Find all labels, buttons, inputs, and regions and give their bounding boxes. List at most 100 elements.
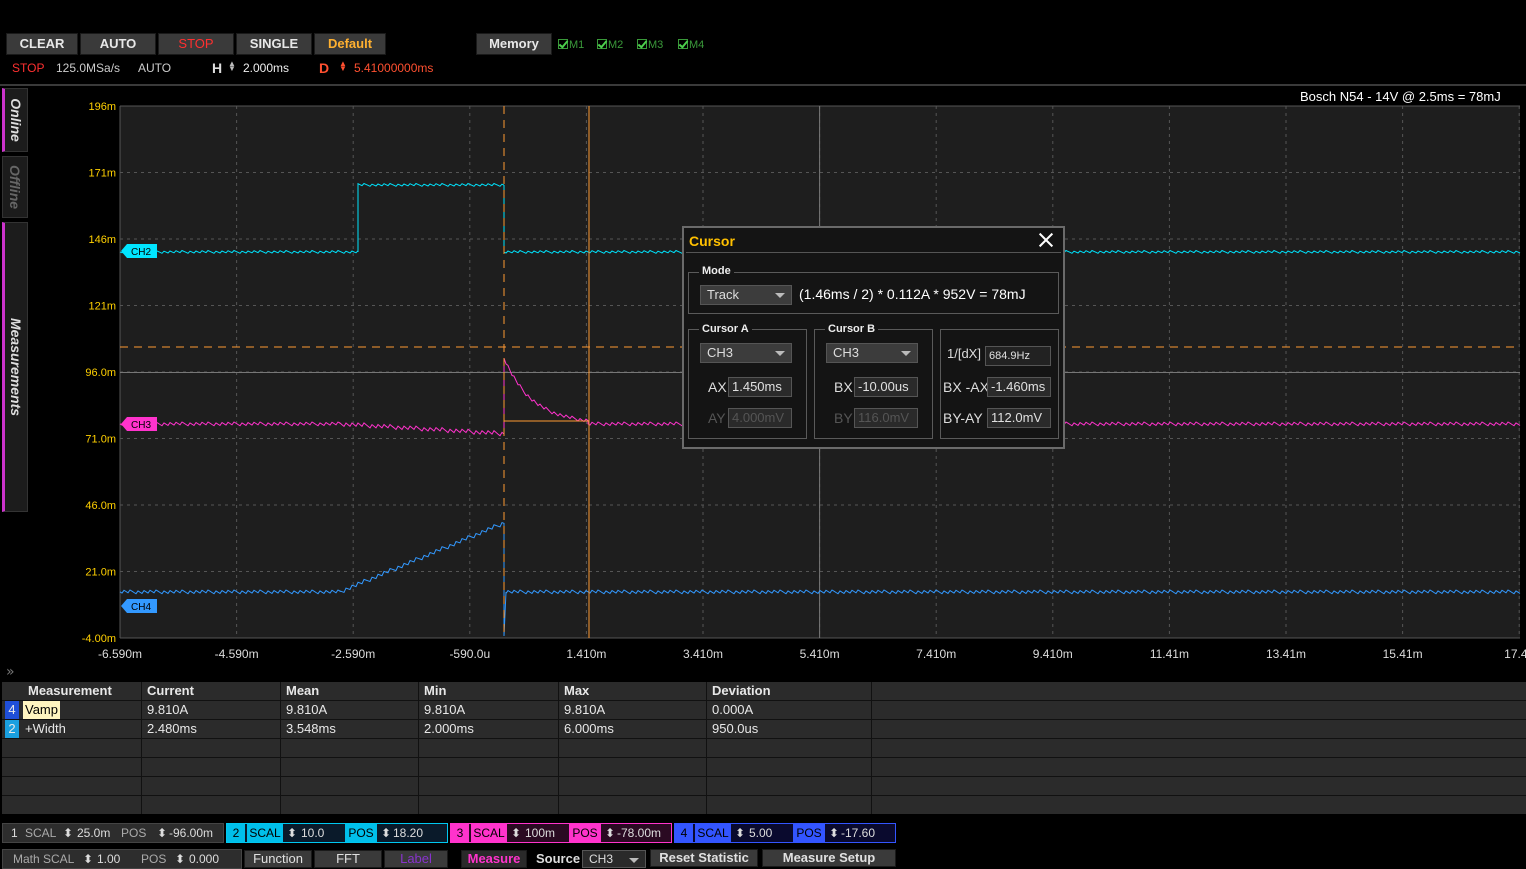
table-cell[interactable]: +Width bbox=[25, 720, 66, 738]
close-icon[interactable] bbox=[1037, 231, 1055, 249]
pos-value[interactable]: 0.000 bbox=[189, 850, 219, 868]
source-select[interactable]: CH3 bbox=[582, 850, 646, 868]
spinner-icon[interactable]: ⬍ bbox=[381, 824, 391, 842]
y-tick-label: 121m bbox=[88, 301, 116, 313]
auto-button[interactable]: AUTO bbox=[80, 33, 156, 55]
pos-label: POS bbox=[793, 824, 825, 842]
measure-setup-button[interactable]: Measure Setup bbox=[762, 849, 896, 867]
channel-3-bar[interactable]: 3 SCAL ⬍ 100m POS ⬍ -78.00m bbox=[450, 823, 672, 843]
math-scale-value[interactable]: 1.00 bbox=[97, 850, 120, 868]
measurement-table[interactable]: Measurement Current Mean Min Max Deviati… bbox=[2, 682, 1526, 814]
memory-slot-m1[interactable]: M1 bbox=[558, 39, 584, 51]
horizontal-spinner[interactable]: ▲ ▼ bbox=[228, 58, 236, 72]
pos-value[interactable]: -17.60 bbox=[841, 824, 875, 842]
cursor-a-label: Cursor A bbox=[699, 323, 752, 335]
by-ay-label: BY-AY bbox=[943, 410, 983, 426]
y-axis-ticks: 196m 171m 146m 121m 96.0m 71.0m 46.0m 21.0m -4.0… bbox=[82, 101, 116, 645]
x-tick-label: -4.590m bbox=[215, 647, 259, 661]
scale-value[interactable]: 10.0 bbox=[301, 824, 324, 842]
memory-slot-m2[interactable]: M2 bbox=[597, 39, 623, 51]
ax-label: AX bbox=[708, 379, 727, 395]
measure-button[interactable]: Measure bbox=[461, 850, 527, 868]
pos-label: POS bbox=[141, 852, 167, 866]
scale-label: SCAL bbox=[247, 824, 283, 842]
spinner-icon[interactable]: ⬍ bbox=[735, 824, 745, 842]
pos-value[interactable]: 18.20 bbox=[393, 824, 423, 842]
inverse-dx-label: 1/[dX] bbox=[947, 346, 981, 361]
scale-value[interactable]: 25.0m bbox=[77, 824, 110, 842]
channel-number: 1 bbox=[11, 826, 18, 840]
x-tick-label: 15.41m bbox=[1383, 647, 1423, 661]
x-tick-label: -6.590m bbox=[98, 647, 142, 661]
horizontal-label: H bbox=[212, 60, 223, 76]
y-tick-label: -4.00m bbox=[82, 633, 116, 645]
trigger-mode: AUTO bbox=[138, 61, 172, 75]
divider bbox=[686, 252, 1061, 253]
memory-slot-m3[interactable]: M3 bbox=[637, 39, 663, 51]
bx-field[interactable]: -10.00us bbox=[854, 377, 918, 397]
scale-value[interactable]: 5.00 bbox=[749, 824, 772, 842]
spinner-icon[interactable]: ⬍ bbox=[829, 824, 839, 842]
channel-4-bar[interactable]: 4 SCAL ⬍ 5.00 POS ⬍ -17.60 bbox=[674, 823, 896, 843]
table-cell[interactable]: Vamp bbox=[23, 701, 60, 719]
memory-button[interactable]: Memory bbox=[476, 33, 552, 55]
math-scale-label: Math SCAL bbox=[13, 852, 75, 866]
pos-value[interactable]: -96.00m bbox=[169, 824, 213, 842]
channel-1-bar[interactable]: 1 SCAL ⬍ 25.0m POS ⬍ -96.00m bbox=[2, 823, 224, 843]
spinner-icon[interactable]: ⬍ bbox=[287, 824, 297, 842]
ay-label: AY bbox=[708, 410, 726, 426]
ax-field[interactable]: 1.450ms bbox=[728, 377, 792, 397]
inverse-dx-field: 684.9Hz bbox=[985, 346, 1051, 366]
ay-field[interactable]: 4.000mV bbox=[728, 408, 792, 428]
stop-button[interactable]: STOP bbox=[158, 33, 234, 55]
bx-ax-field: -1.460ms bbox=[987, 377, 1051, 397]
checkbox-icon bbox=[558, 39, 568, 49]
single-button[interactable]: SINGLE bbox=[236, 33, 312, 55]
cursor-b-label: Cursor B bbox=[825, 323, 879, 335]
reset-statistic-button[interactable]: Reset Statistic bbox=[650, 849, 758, 867]
table-cell: 950.0us bbox=[712, 721, 759, 736]
pos-value[interactable]: -78.00m bbox=[617, 824, 661, 842]
x-tick-label: 17.41 bbox=[1504, 647, 1526, 661]
by-label: BY bbox=[834, 410, 853, 426]
scale-value[interactable]: 100m bbox=[525, 824, 555, 842]
function-button[interactable]: Function bbox=[244, 850, 312, 868]
expand-icon[interactable]: » bbox=[6, 664, 15, 680]
spinner-icon[interactable]: ⬍ bbox=[511, 824, 521, 842]
sample-rate: 125.0MSa/s bbox=[56, 61, 121, 75]
default-button[interactable]: Default bbox=[314, 33, 386, 55]
table-cell: 9.810A bbox=[564, 702, 606, 717]
cursor-b-source-select[interactable]: CH3 bbox=[826, 343, 918, 363]
channel-number: 2 bbox=[227, 824, 245, 842]
spinner-icon[interactable]: ⬍ bbox=[83, 850, 93, 868]
col-divider bbox=[706, 682, 707, 814]
horizontal-value[interactable]: 2.000ms bbox=[243, 61, 289, 75]
cursor-dialog[interactable]: Cursor Mode Track (1.46ms / 2) * 0.112A … bbox=[682, 226, 1065, 449]
spinner-icon[interactable]: ⬍ bbox=[63, 824, 73, 842]
mode-select[interactable]: Track bbox=[700, 285, 792, 305]
source-label: Source bbox=[536, 851, 581, 866]
channel-2-bar[interactable]: 2 SCAL ⬍ 10.0 POS ⬍ 18.20 bbox=[226, 823, 448, 843]
cursor-b-group: Cursor B CH3 BX -10.00us BY 116.0mV bbox=[814, 323, 933, 439]
clear-button[interactable]: CLEAR bbox=[6, 33, 78, 55]
col-header: Current bbox=[147, 683, 194, 698]
delay-value[interactable]: 5.41000000ms bbox=[354, 61, 433, 75]
cursor-a-source-select[interactable]: CH3 bbox=[700, 343, 792, 363]
memory-slot-m4[interactable]: M4 bbox=[678, 39, 704, 51]
spinner-icon[interactable]: ⬍ bbox=[157, 824, 167, 842]
col-header: Min bbox=[424, 683, 447, 698]
scale-label: SCAL bbox=[25, 826, 57, 840]
label-button[interactable]: Label bbox=[384, 850, 448, 868]
spinner-icon[interactable]: ⬍ bbox=[175, 850, 185, 868]
delay-spinner[interactable]: ▲ ▼ bbox=[339, 58, 347, 72]
table-cell: 6.000ms bbox=[564, 721, 614, 736]
by-field[interactable]: 116.0mV bbox=[854, 408, 918, 428]
fft-button[interactable]: FFT bbox=[314, 850, 382, 868]
spinner-icon[interactable]: ⬍ bbox=[605, 824, 615, 842]
table-cell: 3.548ms bbox=[286, 721, 336, 736]
col-divider bbox=[141, 682, 142, 814]
math-bar[interactable]: Math SCAL ⬍ 1.00 POS ⬍ 0.000 bbox=[2, 849, 242, 869]
x-tick-label: 13.41m bbox=[1266, 647, 1306, 661]
row-divider bbox=[2, 795, 1526, 796]
x-tick-label: -2.590m bbox=[331, 647, 375, 661]
